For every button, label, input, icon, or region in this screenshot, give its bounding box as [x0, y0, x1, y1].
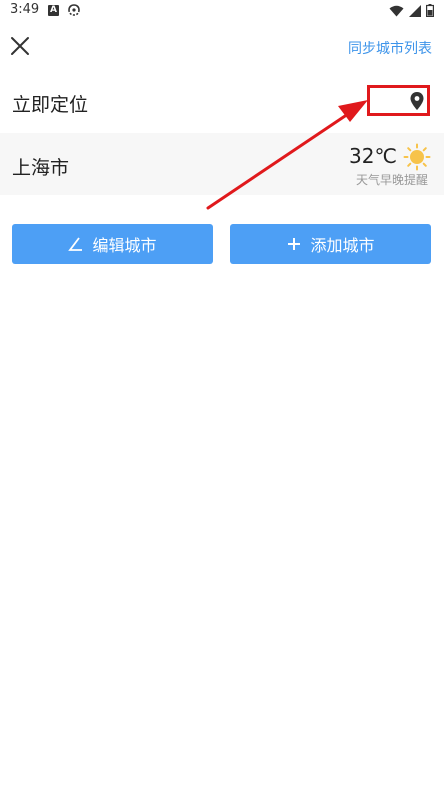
accessibility-a-icon: A: [48, 4, 59, 16]
locate-now-label: 立即定位: [12, 94, 89, 116]
edit-city-button[interactable]: 编辑城市: [12, 224, 213, 264]
status-right-icons: [389, 4, 434, 17]
city-row[interactable]: 上海市 32℃ 天气早晚提醒: [0, 133, 444, 195]
wifi-icon: [389, 5, 404, 16]
close-icon[interactable]: [8, 34, 32, 58]
weather-reminder-text: 天气早晚提醒: [355, 173, 428, 187]
status-bar: 3:49 A: [0, 0, 444, 22]
city-name: 上海市: [12, 157, 70, 179]
sync-loop-icon: [68, 4, 80, 16]
location-pin-icon[interactable]: [408, 91, 426, 111]
status-time: 3:49: [10, 2, 40, 17]
add-city-button[interactable]: 添加城市: [230, 224, 431, 264]
sync-city-list-link[interactable]: 同步城市列表: [348, 38, 432, 58]
edit-city-label: 编辑城市: [92, 236, 157, 255]
signal-icon: [409, 4, 421, 17]
sun-icon: [403, 143, 431, 171]
add-city-label: 添加城市: [310, 236, 375, 255]
city-temperature: 32℃: [349, 144, 397, 168]
header: 同步城市列表: [0, 26, 444, 66]
plus-icon: [288, 238, 301, 250]
battery-icon: [426, 4, 434, 17]
edit-angle-icon: [68, 237, 83, 251]
status-left-icons: A: [48, 4, 81, 16]
